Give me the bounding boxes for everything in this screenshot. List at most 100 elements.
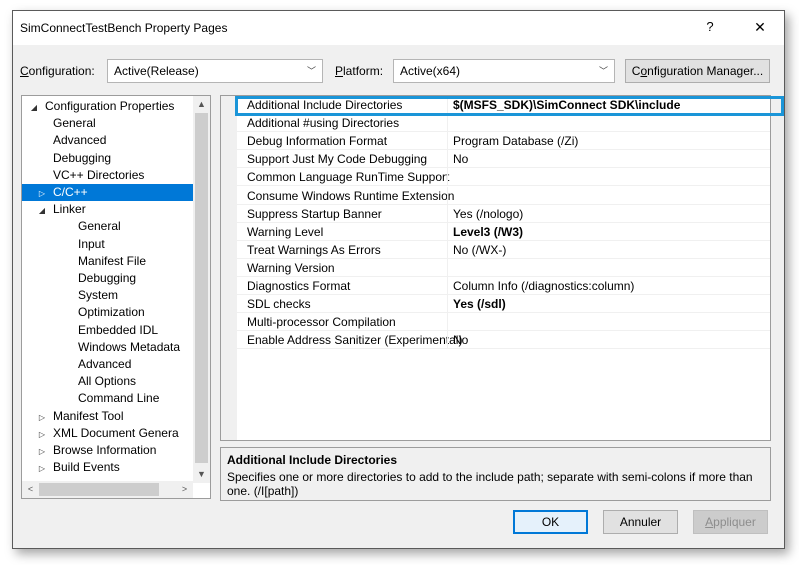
close-button[interactable]: ✕	[740, 13, 780, 41]
title-bar: SimConnectTestBench Property Pages ? ✕	[13, 11, 784, 45]
tree-item-label: Browse Information	[53, 443, 157, 457]
column-divider	[447, 240, 448, 259]
expand-arrow-icon[interactable]: ▷	[36, 460, 48, 477]
tree-item-label: Advanced	[53, 133, 107, 148]
property-row[interactable]: Additional #using Directories	[237, 114, 770, 133]
tree-item[interactable]: VC++ Directories	[22, 167, 193, 184]
tree-hscroll-thumb[interactable]	[39, 483, 159, 496]
tree-item[interactable]: Advanced	[22, 132, 193, 149]
tree-item-label: General	[53, 116, 96, 131]
property-row[interactable]: Enable Address Sanitizer (Experimental) N…	[237, 331, 770, 350]
tree-item-label: Windows Metadata	[78, 339, 181, 354]
platform-select[interactable]: Active(x64) ﹀	[393, 59, 615, 83]
platform-label: Platform:	[335, 64, 384, 78]
tree-item-label: C/C++	[53, 185, 88, 199]
property-value[interactable]: Yes (/nologo)	[453, 205, 523, 223]
property-row[interactable]: Diagnostics Format Column Info (/diagnost…	[237, 277, 770, 295]
tree-item[interactable]: ◢ Linker	[22, 201, 193, 218]
property-row[interactable]: Multi-processor Compilation	[237, 313, 770, 332]
tree-item[interactable]: Embedded IDL	[22, 322, 193, 339]
property-row[interactable]: Common Language RunTime Support	[237, 168, 770, 187]
tree-item[interactable]: Optimization	[22, 304, 193, 321]
description-title: Additional Include Directories	[227, 453, 398, 467]
scroll-right-icon[interactable]: >	[176, 481, 193, 498]
help-button[interactable]: ?	[695, 13, 725, 41]
property-tree[interactable]: ▲ ▼ < > ◢ Configuration Properties General…	[21, 95, 211, 499]
tree-item-label: Advanced	[78, 357, 132, 371]
tree-item[interactable]: ◢ Configuration Properties	[22, 98, 193, 115]
tree-item[interactable]: Windows Metadata	[22, 339, 193, 356]
column-divider	[447, 258, 448, 277]
tree-item[interactable]: Debugging	[22, 270, 193, 287]
tree-vertical-scrollbar[interactable]: ▲ ▼	[193, 96, 210, 483]
property-row[interactable]: Consume Windows Runtime Extension	[237, 186, 770, 205]
property-value[interactable]: Yes (/sdl)	[453, 295, 506, 313]
tree-item[interactable]: General	[22, 115, 193, 132]
window-title: SimConnectTestBench Property Pages	[20, 21, 228, 35]
property-row[interactable]: Treat Warnings As Errors No (/WX-)	[237, 240, 770, 259]
property-name: Enable Address Sanitizer (Experimental)	[247, 333, 463, 348]
description-panel: Additional Include Directories Specifies…	[220, 447, 771, 501]
tree-item[interactable]: ▷ Manifest Tool	[22, 408, 193, 425]
scroll-up-icon[interactable]: ▲	[193, 96, 210, 113]
column-divider	[447, 204, 448, 223]
tree-item[interactable]: Advanced	[22, 356, 193, 373]
property-grid[interactable]: Additional Include Directories $(MSFS_SDK…	[220, 95, 771, 441]
tree-item[interactable]: ▷ Build Events	[22, 459, 193, 476]
property-name: SDL checks	[247, 297, 311, 312]
configuration-select[interactable]: Active(Release) ﹀	[107, 59, 323, 83]
property-row[interactable]: Warning Version	[237, 258, 770, 277]
property-value[interactable]: No (/WX-)	[453, 241, 506, 259]
property-row[interactable]: Suppress Startup Banner Yes (/nologo)	[237, 204, 770, 223]
property-value[interactable]: Column Info (/diagnostics:column)	[453, 277, 634, 295]
property-row[interactable]: Support Just My Code Debugging No	[237, 150, 770, 169]
property-row[interactable]: Debug Information Format Program Database…	[237, 132, 770, 151]
configuration-manager-button[interactable]: Configuration Manager...	[625, 59, 770, 83]
tree-item[interactable]: Command Line	[22, 390, 193, 407]
expand-arrow-icon[interactable]: ▷	[36, 409, 48, 426]
tree-item[interactable]: ▷ XML Document Genera	[22, 425, 193, 442]
property-value[interactable]: No	[453, 331, 468, 349]
platform-value: Active(x64)	[400, 64, 461, 78]
property-name: Diagnostics Format	[247, 279, 351, 293]
tree-item-label: Debugging	[53, 150, 112, 165]
tree-item[interactable]: System	[22, 287, 193, 304]
property-name: Warning Version	[247, 260, 335, 275]
tree-item[interactable]: Input	[22, 236, 193, 253]
expand-arrow-icon[interactable]: ▷	[36, 426, 48, 443]
property-value[interactable]: Program Database (/Zi)	[453, 132, 578, 150]
tree-item[interactable]: All Options	[22, 373, 193, 390]
property-value[interactable]: Level3 (/W3)	[453, 223, 523, 241]
column-divider	[447, 150, 448, 169]
property-row[interactable]: SDL checks Yes (/sdl)	[237, 295, 770, 314]
scroll-left-icon[interactable]: <	[22, 481, 39, 498]
tree-item-label: Debugging	[78, 271, 137, 285]
apply-button[interactable]: Appliquer	[693, 510, 768, 534]
expand-arrow-icon[interactable]: ▷	[36, 185, 48, 202]
property-name: Debug Information Format	[247, 134, 388, 149]
tree-item[interactable]: General	[22, 218, 193, 235]
property-name: Support Just My Code Debugging	[247, 152, 428, 167]
property-row[interactable]: Warning Level Level3 (/W3)	[237, 222, 770, 241]
column-divider	[447, 114, 448, 133]
cancel-button[interactable]: Annuler	[603, 510, 678, 534]
tree-horizontal-scrollbar[interactable]: < >	[22, 481, 193, 498]
collapse-arrow-icon[interactable]: ◢	[28, 99, 40, 116]
property-name: Common Language RunTime Support	[247, 170, 450, 185]
tree-item[interactable]: ▷ Browse Information	[22, 442, 193, 459]
property-value[interactable]: No	[453, 150, 468, 168]
expand-arrow-icon[interactable]: ▷	[36, 443, 48, 460]
collapse-arrow-icon[interactable]: ◢	[36, 202, 48, 219]
highlight-box	[235, 96, 784, 116]
column-divider	[447, 295, 448, 314]
scroll-down-icon[interactable]: ▼	[193, 466, 210, 483]
ok-button[interactable]: OK	[513, 510, 588, 534]
tree-item-label: Input	[78, 236, 105, 251]
tree-item-label: Manifest File	[78, 253, 147, 268]
tree-item-label: Embedded IDL	[78, 322, 159, 337]
tree-scroll-thumb[interactable]	[195, 113, 208, 463]
column-divider	[447, 277, 448, 295]
tree-item[interactable]: Debugging	[22, 150, 193, 167]
tree-item[interactable]: ▷ C/C++	[22, 184, 193, 201]
tree-item[interactable]: Manifest File	[22, 253, 193, 270]
